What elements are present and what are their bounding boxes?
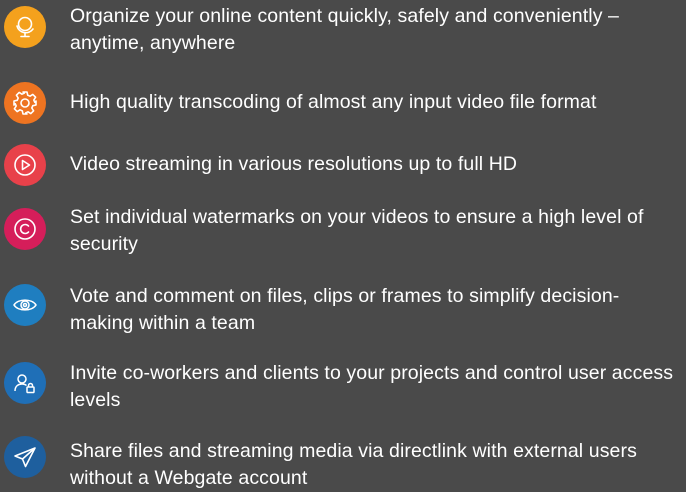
feature-text: Set individual watermarks on your videos…	[70, 206, 644, 255]
gear-icon	[4, 82, 46, 124]
feature-text: Invite co-workers and clients to your pr…	[70, 362, 674, 411]
eye-icon	[4, 284, 46, 326]
feature-text: Video streaming in various resolutions u…	[70, 153, 518, 175]
globe-icon	[4, 6, 46, 48]
feature-text: Share files and streaming media via dire…	[70, 440, 637, 489]
user-lock-icon	[4, 362, 46, 404]
feature-text: Organize your online content quickly, sa…	[70, 5, 620, 54]
feature-list: Organize your online content quickly, sa…	[0, 0, 686, 489]
copyright-icon	[4, 208, 46, 250]
feature-text: Vote and comment on files, clips or fram…	[70, 285, 620, 334]
play-icon	[4, 144, 46, 186]
send-icon	[4, 436, 46, 478]
feature-text: High quality transcoding of almost any i…	[70, 91, 597, 113]
